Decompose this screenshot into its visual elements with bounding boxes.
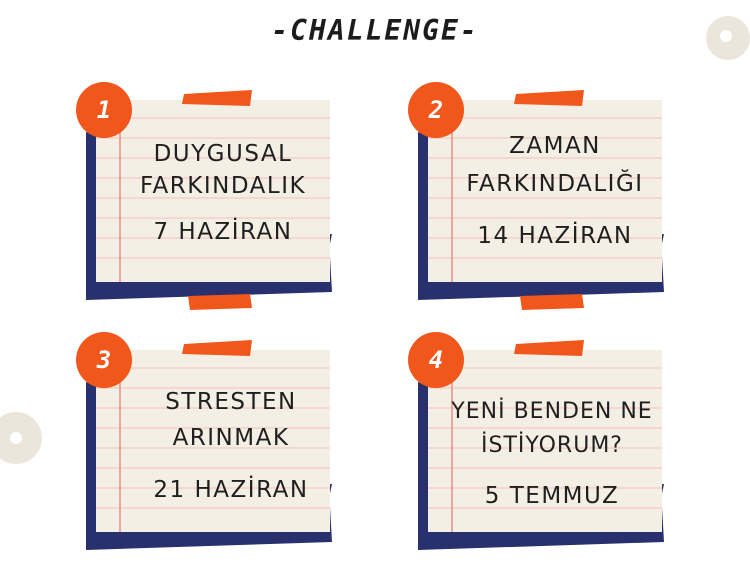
card-date: 5 TEMMUZ bbox=[484, 483, 620, 509]
card-date: 21 HAZİRAN bbox=[153, 477, 309, 503]
card-date: 7 HAZİRAN bbox=[153, 219, 293, 245]
challenge-card-4: 4 YENİ BENDEN NE İSTİYORUM? 5 TEMMUZ bbox=[408, 332, 680, 562]
number-badge: 1 bbox=[76, 82, 132, 138]
card-title-line2: İSTİYORUM? bbox=[481, 433, 623, 458]
card-title-line1: ZAMAN bbox=[509, 133, 601, 159]
card-title-line2: FARKINDALIK bbox=[139, 173, 307, 199]
challenge-card-2: 2 ZAMAN FARKINDALIĞI 14 HAZİRAN bbox=[408, 82, 680, 312]
deco-circle-bottom-left bbox=[0, 412, 42, 464]
deco-circle-top-right bbox=[706, 16, 750, 60]
card-title-line1: YENİ BENDEN NE bbox=[451, 399, 653, 424]
challenge-card-1: 1 DUYGUSAL FARKINDALIK 7 HAZİRAN bbox=[76, 82, 348, 312]
challenge-card-3: 3 STRESTEN ARINMAK 21 HAZİRAN bbox=[76, 332, 348, 562]
card-title-line2: FARKINDALIĞI bbox=[466, 171, 644, 197]
card-title-line1: DUYGUSAL bbox=[153, 141, 293, 167]
number-badge: 3 bbox=[76, 332, 132, 388]
card-title-line1: STRESTEN bbox=[165, 389, 297, 415]
card-date: 14 HAZİRAN bbox=[477, 223, 633, 249]
page-title: -CHALLENGE- bbox=[271, 14, 479, 47]
number-badge: 4 bbox=[408, 332, 464, 388]
card-title-line2: ARINMAK bbox=[172, 425, 290, 451]
